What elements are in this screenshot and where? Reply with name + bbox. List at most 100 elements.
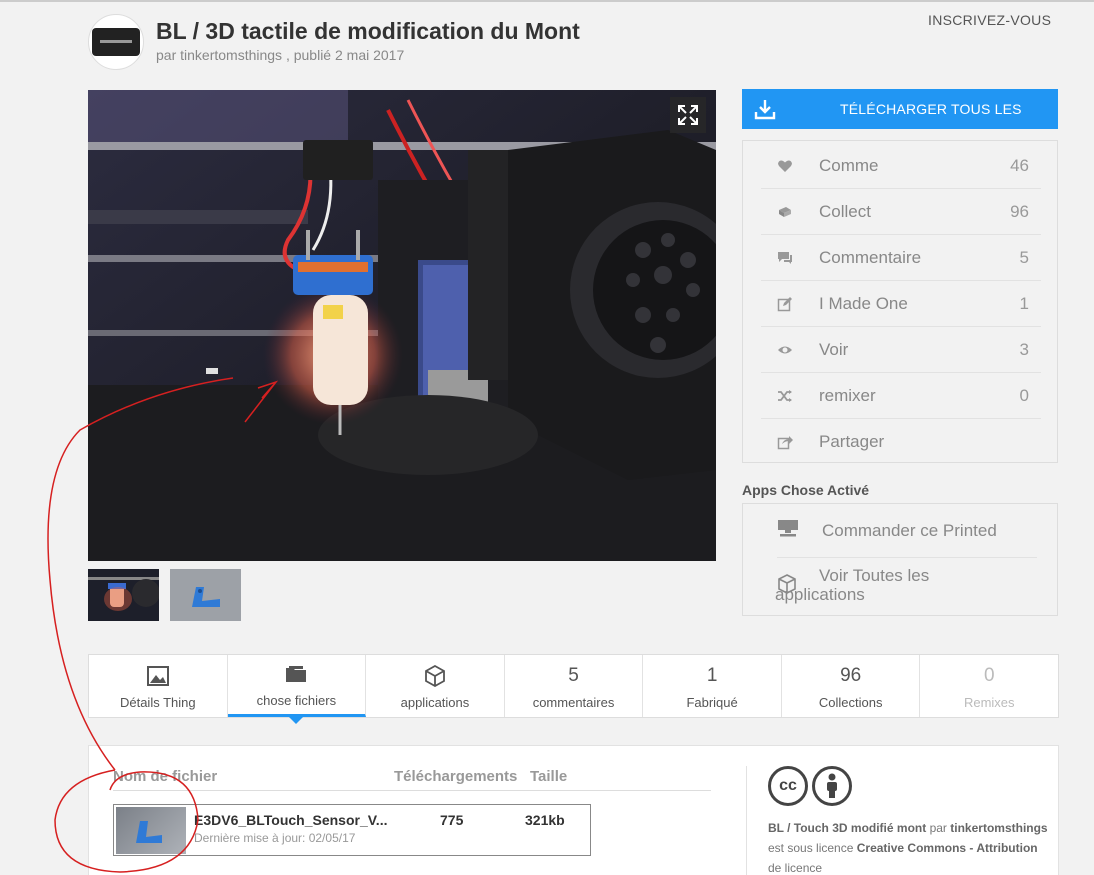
download-icon — [742, 98, 788, 120]
download-all-button[interactable]: TÉLÉCHARGER TOUS LES — [742, 89, 1058, 129]
files-panel: Nom de fichier Téléchargements Taille E3… — [88, 745, 1059, 875]
tab-label: Collections — [818, 694, 883, 710]
license-thing: BL / Touch 3D modifié mont — [768, 821, 927, 835]
stat-made[interactable]: I Made One 1 — [761, 281, 1041, 327]
app-label: Voir Toutes les — [819, 566, 930, 585]
stat-count: 3 — [1019, 339, 1029, 359]
heart-icon — [761, 158, 819, 174]
tab-label: Fabriqué — [686, 694, 738, 710]
stat-collect[interactable]: Collect 96 — [761, 189, 1041, 235]
page-title: BL / 3D tactile de modification du Mont — [156, 18, 580, 44]
apps-heading: Apps Chose Activé — [742, 482, 870, 498]
stats-panel: Comme 46 Collect 96 Commentaire 5 I Made… — [742, 140, 1058, 463]
image-icon — [146, 663, 169, 689]
expand-button[interactable] — [670, 97, 706, 133]
license-cut: de licence — [768, 861, 823, 875]
pencil-icon — [761, 296, 819, 312]
stat-count: 0 — [1019, 385, 1029, 405]
license-text: BL / Touch 3D modifié mont par tinkertom… — [768, 818, 1048, 875]
tab-apps[interactable]: applications — [366, 655, 505, 717]
tab-made[interactable]: 1 Fabriqué — [643, 655, 782, 717]
file-size: 321kb — [525, 812, 565, 828]
file-downloads: 775 — [440, 812, 464, 828]
printer-icon — [777, 518, 822, 543]
app-order-printed[interactable]: Commander ce Printed — [777, 518, 1037, 558]
tab-count: 1 — [706, 664, 718, 686]
tab-label: chose fichiers — [256, 693, 337, 708]
author-link[interactable]: tinkertomsthings — [180, 47, 282, 63]
avatar-image — [92, 28, 140, 56]
tab-label: Détails Thing — [119, 694, 196, 710]
publish-date: , publié 2 mai 2017 — [285, 47, 405, 63]
collect-icon — [761, 204, 819, 220]
stat-count: 96 — [1010, 201, 1029, 221]
license-name[interactable]: Creative Commons - Attribution — [857, 841, 1038, 855]
stat-count: 5 — [1019, 247, 1029, 267]
shuffle-icon — [761, 388, 819, 404]
license-author[interactable]: tinkertomsthings — [950, 821, 1047, 835]
stat-label: Collect — [819, 201, 871, 221]
stat-count: 46 — [1010, 155, 1029, 175]
file-thumbnail — [116, 807, 186, 854]
download-all-label: TÉLÉCHARGER TOUS LES — [840, 101, 1022, 117]
license-badges[interactable]: cc — [768, 766, 852, 806]
col-header-downloads: Téléchargements — [394, 768, 518, 785]
stat-label: Comme — [819, 155, 879, 175]
tab-files[interactable]: chose fichiers — [227, 655, 367, 724]
tab-count: 0 — [983, 664, 995, 686]
byline: par tinkertomsthings , publié 2 mai 2017 — [156, 47, 404, 63]
header-divider — [113, 790, 711, 791]
app-label: Commander ce Printed — [822, 520, 997, 540]
stat-label: Partager — [819, 432, 885, 451]
share-icon — [761, 434, 819, 450]
stat-remix[interactable]: remixer 0 — [761, 373, 1041, 419]
byline-prefix: par — [156, 47, 177, 63]
stat-like[interactable]: Comme 46 — [761, 143, 1041, 189]
stat-label: I Made One — [819, 293, 908, 313]
thumbnail-2-art — [170, 569, 241, 621]
license-sub: est sous licence — [768, 841, 854, 855]
cube-icon — [425, 663, 445, 689]
stat-label: Commentaire — [819, 247, 922, 267]
tab-remixes[interactable]: 0 Remixes — [920, 655, 1058, 717]
cube-icon — [777, 574, 797, 598]
avatar[interactable] — [88, 14, 144, 70]
license-par: par — [929, 821, 947, 835]
thumbnail-1[interactable] — [88, 569, 159, 621]
signup-link[interactable]: INSCRIVEZ-VOUS — [928, 12, 1051, 28]
top-border — [0, 0, 1094, 2]
file-row[interactable]: E3DV6_BLTouch_Sensor_V... Dernière mise … — [113, 804, 591, 856]
apps-panel: Commander ce Printed Voir Toutes les app… — [742, 503, 1058, 616]
stat-comment[interactable]: Commentaire 5 — [761, 235, 1041, 281]
expand-icon — [678, 105, 698, 125]
col-header-name: Nom de fichier — [113, 768, 218, 785]
tab-comments[interactable]: 5 commentaires — [505, 655, 644, 717]
app-label-2: applications — [775, 585, 865, 604]
thumbnail-2[interactable] — [170, 569, 241, 621]
tab-bar: Détails Thing chose fichiers application… — [88, 654, 1059, 724]
cc-icon: cc — [768, 766, 808, 806]
tab-details[interactable]: Détails Thing — [89, 655, 228, 717]
stat-count: 1 — [1019, 293, 1029, 313]
stat-share[interactable]: Partager — [761, 419, 1041, 465]
stat-label: remixer — [819, 385, 876, 405]
tab-label: Remixes — [963, 694, 1015, 710]
eye-icon — [761, 342, 819, 358]
stat-label: Voir — [819, 339, 849, 359]
stat-view[interactable]: Voir 3 — [761, 327, 1041, 373]
tab-count: 96 — [840, 664, 862, 686]
tab-label: commentaires — [532, 694, 615, 710]
attribution-icon — [812, 766, 852, 806]
col-header-size: Taille — [530, 768, 568, 785]
comment-icon — [761, 250, 819, 266]
app-view-all[interactable]: Voir Toutes les applications — [775, 566, 1037, 604]
tab-label: applications — [400, 694, 470, 710]
main-photo[interactable] — [88, 90, 716, 561]
thumbnail-1-art — [88, 569, 159, 621]
file-updated: Dernière mise à jour: 02/05/17 — [194, 831, 356, 845]
tab-count: 5 — [568, 664, 579, 686]
printer-photo-art — [88, 90, 716, 561]
folder-icon — [285, 661, 307, 687]
file-name[interactable]: E3DV6_BLTouch_Sensor_V... — [194, 812, 406, 828]
tab-collections[interactable]: 96 Collections — [782, 655, 921, 717]
